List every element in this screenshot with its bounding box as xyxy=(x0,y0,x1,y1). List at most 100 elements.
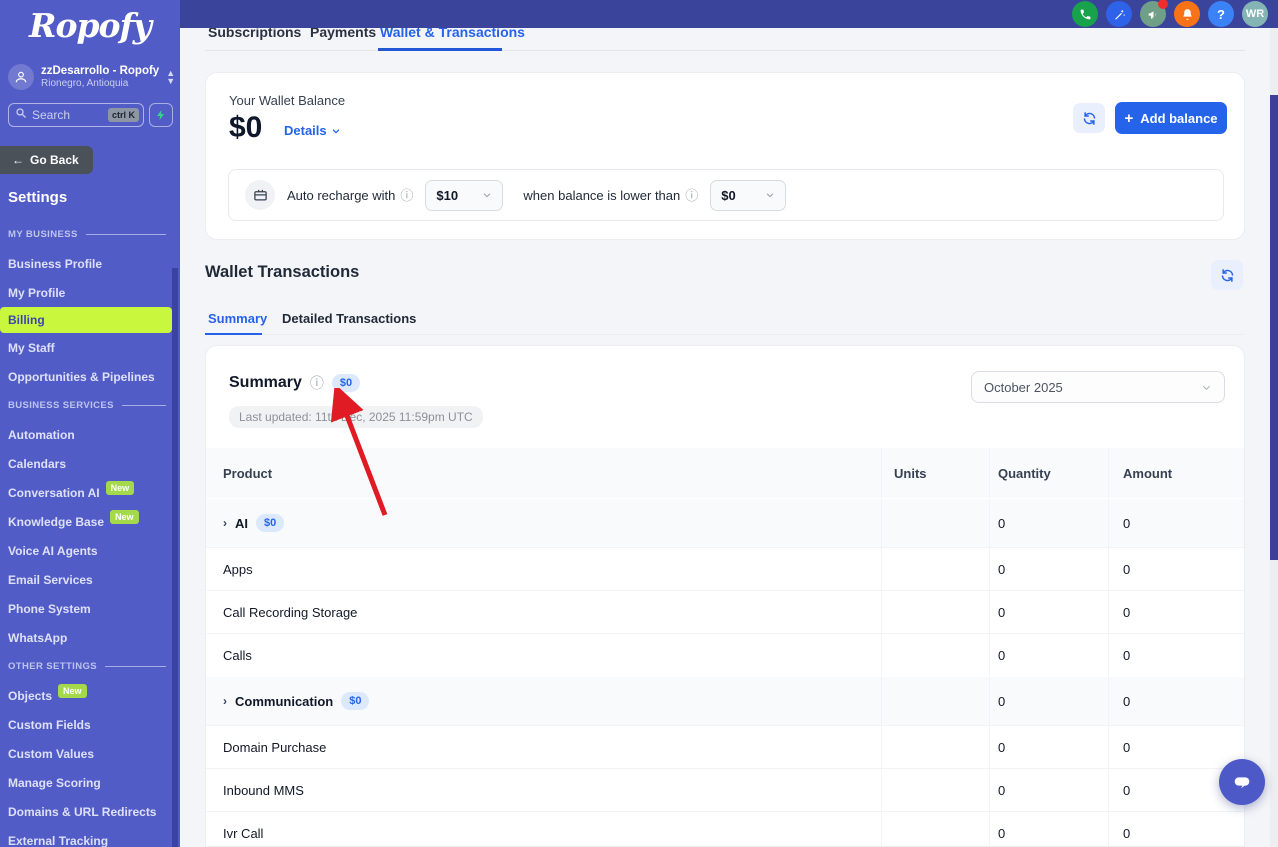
wallet-balance-title: Your Wallet Balance xyxy=(229,93,346,108)
wallet-balance-amount: $0 xyxy=(229,111,263,144)
section-header-other-settings: OTHER SETTINGS xyxy=(8,652,166,681)
info-icon[interactable]: ⓘ xyxy=(400,189,413,202)
search-placeholder: Search xyxy=(32,108,71,122)
sidebar-item-my-profile[interactable]: My Profile xyxy=(8,278,166,307)
add-balance-button[interactable]: + Add balance xyxy=(1115,102,1227,134)
table-row-apps: Apps 0 0 xyxy=(206,547,1244,590)
plus-icon: + xyxy=(1124,109,1134,127)
sidebar-item-automation[interactable]: Automation xyxy=(8,420,166,449)
sidebar-item-calendars[interactable]: Calendars xyxy=(8,449,166,478)
chat-bubble-button[interactable] xyxy=(1219,759,1265,805)
recharge-amount-select[interactable]: $10 xyxy=(425,179,504,211)
wallet-transactions-title: Wallet Transactions xyxy=(205,263,360,281)
summary-table: Product Units Quantity Amount › AI $0 0 … xyxy=(206,448,1244,846)
table-header-row: Product Units Quantity Amount xyxy=(206,448,1244,498)
search-icon xyxy=(15,106,27,124)
sidebar: Ropofy zzDesarrollo - Ropofy Rionegro, A… xyxy=(0,0,180,847)
sidebar-item-voice-ai-agents[interactable]: Voice AI Agents xyxy=(8,536,166,565)
section-header-my-business: MY BUSINESS xyxy=(8,220,166,249)
summary-total-badge[interactable]: $0 xyxy=(331,374,361,392)
sidebar-item-my-staff[interactable]: My Staff xyxy=(8,333,166,362)
chevron-down-icon xyxy=(332,128,339,134)
user-avatar[interactable]: WR xyxy=(1242,1,1268,27)
sidebar-item-external-tracking[interactable]: External Tracking xyxy=(8,826,166,847)
page-scrollbar-thumb[interactable] xyxy=(1270,95,1278,560)
new-badge: New xyxy=(58,683,87,698)
wallet-refresh-button[interactable] xyxy=(1073,103,1105,133)
sidebar-item-email-services[interactable]: Email Services xyxy=(8,565,166,594)
phone-icon[interactable] xyxy=(1072,1,1098,27)
summary-title: Summary xyxy=(229,374,302,391)
table-row-group-ai[interactable]: › AI $0 0 0 xyxy=(206,498,1244,547)
table-row-call-recording-storage: Call Recording Storage 0 0 xyxy=(206,590,1244,633)
search-input[interactable]: Search ctrl K xyxy=(8,103,144,127)
sidebar-item-knowledge-base[interactable]: Knowledge Base New xyxy=(8,507,166,536)
summary-tab-underline xyxy=(205,333,262,335)
auto-recharge-box: Auto recharge with ⓘ $10 when balance is… xyxy=(228,169,1224,221)
group-total-badge: $0 xyxy=(341,692,370,710)
sidebar-item-manage-scoring[interactable]: Manage Scoring xyxy=(8,768,166,797)
wallet-balance-card: Your Wallet Balance $0 Details + Add bal… xyxy=(205,72,1245,240)
chevron-right-icon[interactable]: › xyxy=(223,694,227,708)
account-switcher[interactable]: zzDesarrollo - Ropofy Rionegro, Antioqui… xyxy=(8,60,176,94)
sidebar-item-custom-values[interactable]: Custom Values xyxy=(8,739,166,768)
sidebar-nav: MY BUSINESS Business Profile My Profile … xyxy=(0,220,172,847)
tab-detailed-transactions[interactable]: Detailed Transactions xyxy=(282,311,416,326)
account-location: Rionegro, Antioquia xyxy=(41,77,129,89)
sidebar-scrollbar[interactable] xyxy=(172,268,178,847)
account-name: zzDesarrollo - Ropofy xyxy=(41,64,160,77)
section-header-business-services: BUSINESS SERVICES xyxy=(8,391,166,420)
sidebar-item-phone-system[interactable]: Phone System xyxy=(8,594,166,623)
table-row-calls: Calls 0 0 xyxy=(206,633,1244,676)
group-total-badge: $0 xyxy=(256,514,285,532)
summary-card: Summary ⓘ $0 Last updated: 11th Dec, 202… xyxy=(205,345,1245,847)
new-badge: New xyxy=(105,480,135,495)
wallet-details-toggle[interactable]: Details xyxy=(284,123,341,138)
sidebar-item-opportunities-pipelines[interactable]: Opportunities & Pipelines xyxy=(8,362,166,391)
recurring-card-icon xyxy=(245,180,275,210)
table-row-domain-purchase: Domain Purchase 0 0 xyxy=(206,725,1244,768)
last-updated-badge: Last updated: 11th Dec, 2025 11:59pm UTC xyxy=(229,406,483,428)
sidebar-item-domains-url-redirects[interactable]: Domains & URL Redirects xyxy=(8,797,166,826)
sidebar-item-business-profile[interactable]: Business Profile xyxy=(8,249,166,278)
recharge-threshold-label: when balance is lower than ⓘ xyxy=(523,187,699,203)
sidebar-item-custom-fields[interactable]: Custom Fields xyxy=(8,710,166,739)
wand-icon[interactable] xyxy=(1106,1,1132,27)
month-filter-select[interactable]: October 2025 xyxy=(971,371,1225,403)
notification-dot xyxy=(1158,0,1168,9)
chevron-right-icon[interactable]: › xyxy=(223,516,227,530)
topbar: ? WR xyxy=(180,0,1278,28)
account-chevron-updown-icon: ▲ ▼ xyxy=(166,68,176,86)
table-row-group-communication[interactable]: › Communication $0 0 0 xyxy=(206,676,1244,725)
sidebar-item-whatsapp[interactable]: WhatsApp xyxy=(8,623,166,652)
chevron-down-icon xyxy=(1202,385,1211,390)
brand-logo: Ropofy xyxy=(29,6,152,45)
ai-spark-button[interactable] xyxy=(149,103,173,127)
sidebar-item-billing[interactable]: Billing xyxy=(0,307,172,333)
transactions-tabs-divider xyxy=(205,334,1245,335)
go-back-button[interactable]: ← Go Back xyxy=(0,146,93,174)
table-row-ivr-call: Ivr Call 0 0 xyxy=(206,811,1244,846)
sidebar-title: Settings xyxy=(8,189,68,206)
megaphone-icon[interactable] xyxy=(1140,0,1168,27)
sidebar-item-objects[interactable]: Objects New xyxy=(8,681,166,710)
help-icon[interactable]: ? xyxy=(1208,1,1234,27)
search-shortcut-badge: ctrl K xyxy=(107,108,139,122)
new-badge: New xyxy=(110,509,139,524)
chevron-down-icon xyxy=(766,193,774,198)
tab-summary[interactable]: Summary xyxy=(208,311,267,326)
active-tab-underline xyxy=(378,48,502,51)
transactions-refresh-button[interactable] xyxy=(1211,260,1243,290)
sidebar-item-conversation-ai[interactable]: Conversation AI New xyxy=(8,478,166,507)
table-row-inbound-mms: Inbound MMS 0 0 xyxy=(206,768,1244,811)
refresh-icon xyxy=(1221,268,1233,282)
arrow-left-icon: ← xyxy=(12,153,24,167)
refresh-icon xyxy=(1083,111,1095,125)
account-avatar-icon xyxy=(8,64,34,90)
chevron-down-icon xyxy=(484,193,491,198)
info-icon[interactable]: ⓘ xyxy=(310,376,324,390)
bell-icon[interactable] xyxy=(1174,1,1200,27)
tabs-divider xyxy=(205,50,1245,51)
recharge-threshold-select[interactable]: $0 xyxy=(710,179,787,211)
info-icon[interactable]: ⓘ xyxy=(685,189,698,202)
